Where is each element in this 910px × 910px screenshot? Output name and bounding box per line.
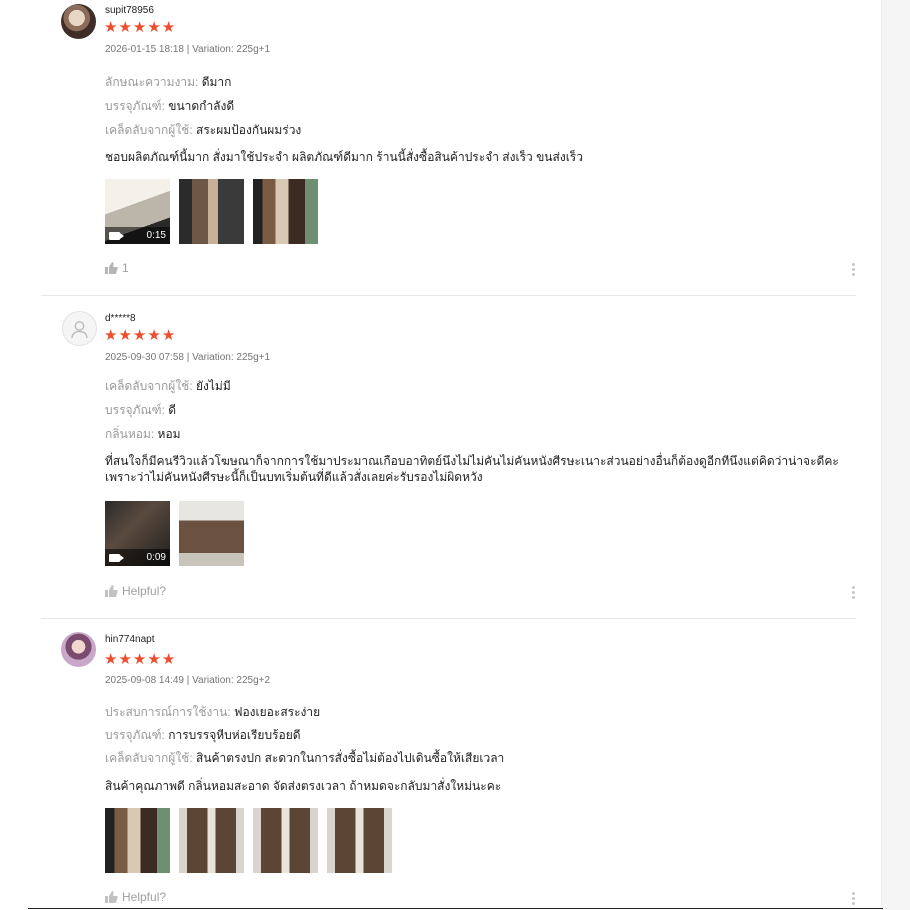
- review-photo-thumbnail[interactable]: [327, 808, 392, 873]
- review-video-thumbnail[interactable]: 0:09: [105, 501, 170, 566]
- rating-stars: ★ ★ ★ ★ ★: [104, 652, 175, 668]
- star-icon: ★: [132, 327, 147, 344]
- star-icon: ★: [104, 327, 118, 344]
- review-date-variation: 2026-01-15 18:18 | Variation: 225g+1: [105, 44, 271, 55]
- review-photo-thumbnail[interactable]: [179, 179, 244, 244]
- review-date-variation: 2025-09-08 14:49 | Variation: 225g+2: [105, 675, 271, 686]
- video-duration: 0:15: [146, 230, 166, 241]
- more-vertical-icon: [851, 263, 855, 266]
- attribute-label: เคล็ดลับจากผู้ใช้:: [105, 379, 193, 393]
- rating-stars: ★ ★ ★ ★ ★: [104, 20, 175, 36]
- more-vertical-icon: [851, 586, 855, 589]
- star-icon: ★: [118, 19, 132, 36]
- review-photo-thumbnail[interactable]: [179, 501, 244, 566]
- star-icon: ★: [147, 19, 161, 36]
- video-camera-icon: [109, 553, 124, 562]
- reviewer-username: d*****8: [105, 313, 136, 324]
- helpful-button[interactable]: Helpful?: [105, 584, 166, 598]
- attribute-value: ขนาดกำลังดี: [168, 99, 235, 113]
- review-attribute: บรรจุภัณฑ์: ดี: [105, 401, 176, 420]
- attribute-label: ลักษณะความงาม:: [105, 75, 199, 89]
- star-icon: ★: [104, 19, 118, 36]
- attribute-label: เคล็ดลับจากผู้ใช้:: [105, 751, 193, 765]
- page-side-margin: [881, 0, 910, 910]
- more-vertical-icon: [851, 892, 855, 895]
- review-attribute: ลักษณะความงาม: ดีมาก: [105, 73, 231, 92]
- star-icon: ★: [104, 651, 118, 668]
- attribute-label: บรรจุภัณฑ์:: [105, 728, 165, 742]
- review-date-variation: 2025-09-30 07:58 | Variation: 225g+1: [105, 352, 271, 363]
- more-options-button[interactable]: [849, 263, 857, 276]
- review-media: 0:15: [105, 179, 318, 244]
- review-media: [105, 808, 392, 873]
- review-attribute: บรรจุภัณฑ์: ขนาดกำลังดี: [105, 97, 234, 116]
- review-divider: [41, 295, 856, 296]
- attribute-value: ดีมาก: [201, 75, 232, 89]
- attribute-value: หอม: [157, 427, 181, 441]
- rating-stars: ★ ★ ★ ★ ★: [104, 328, 175, 344]
- reviewer-username: hin774napt: [105, 634, 155, 645]
- review-attribute: เคล็ดลับจากผู้ใช้: สินค้าตรงปก สะดวกในกา…: [105, 749, 504, 768]
- attribute-value: ดี: [168, 403, 177, 417]
- review-divider: [41, 618, 856, 619]
- review-photo-thumbnail[interactable]: [253, 808, 318, 873]
- review-photo-thumbnail[interactable]: [105, 808, 170, 873]
- avatar[interactable]: [61, 632, 96, 667]
- review-item: d*****8 ★ ★ ★ ★ ★ 2025-09-30 07:58 | Var…: [0, 308, 880, 618]
- user-silhouette-icon: [71, 321, 88, 339]
- attribute-value: สระผมป้องกันผมร่วง: [196, 123, 302, 137]
- review-photo-thumbnail[interactable]: [179, 808, 244, 873]
- review-attribute: ประสบการณ์การใช้งาน: ฟองเยอะสระง่าย: [105, 703, 320, 722]
- star-icon: ★: [147, 327, 161, 344]
- review-item: hin774napt ★ ★ ★ ★ ★ 2025-09-08 14:49 | …: [0, 630, 880, 910]
- bottom-divider: [28, 908, 883, 909]
- review-photo-thumbnail[interactable]: [253, 179, 318, 244]
- video-badge: 0:09: [105, 549, 170, 566]
- like-count: 1: [122, 261, 129, 275]
- review-media: 0:09: [105, 501, 244, 566]
- attribute-label: เคล็ดลับจากผู้ใช้:: [105, 123, 193, 137]
- thumbs-up-icon: [105, 585, 118, 597]
- video-duration: 0:09: [146, 552, 166, 563]
- helpful-button[interactable]: Helpful?: [105, 890, 166, 904]
- thumbs-up-icon: [105, 891, 118, 903]
- more-options-button[interactable]: [849, 586, 857, 599]
- star-icon: ★: [161, 327, 176, 344]
- star-icon: ★: [161, 19, 176, 36]
- helpful-label: Helpful?: [122, 890, 167, 904]
- thumbs-up-icon: [105, 262, 118, 274]
- attribute-label: กลิ่นหอม:: [105, 427, 155, 441]
- star-icon: ★: [132, 19, 147, 36]
- review-video-thumbnail[interactable]: 0:15: [105, 179, 170, 244]
- star-icon: ★: [118, 327, 132, 344]
- avatar[interactable]: [62, 311, 97, 346]
- star-icon: ★: [147, 651, 161, 668]
- video-camera-icon: [109, 231, 124, 240]
- attribute-value: ยังไม่มี: [196, 379, 231, 393]
- attribute-value: การบรรจุหีบห่อเรียบร้อยดี: [168, 728, 301, 742]
- attribute-label: บรรจุภัณฑ์:: [105, 403, 165, 417]
- reviewer-username: supit78956: [105, 5, 154, 16]
- review-attribute: บรรจุภัณฑ์: การบรรจุหีบห่อเรียบร้อยดี: [105, 726, 301, 745]
- helpful-label: Helpful?: [122, 584, 167, 598]
- star-icon: ★: [161, 651, 176, 668]
- review-comment: สินค้าคุณภาพดี กลิ่นหอมสะอาด จัดส่งตรงเว…: [105, 779, 502, 793]
- review-attribute: เคล็ดลับจากผู้ใช้: ยังไม่มี: [105, 377, 231, 396]
- attribute-value: สินค้าตรงปก สะดวกในการสั่งซื้อไม่ต้องไปเ…: [196, 751, 505, 765]
- star-icon: ★: [118, 651, 132, 668]
- helpful-button[interactable]: 1: [105, 261, 129, 275]
- review-item: supit78956 ★ ★ ★ ★ ★ 2026-01-15 18:18 | …: [0, 0, 880, 296]
- attribute-label: ประสบการณ์การใช้งาน:: [105, 705, 231, 719]
- star-icon: ★: [132, 651, 147, 668]
- review-comment: ชอบผลิตภัณฑ์นี้มาก สั่งมาใช้ประจำ ผลิตภั…: [105, 150, 583, 164]
- video-badge: 0:15: [105, 227, 170, 244]
- more-options-button[interactable]: [849, 892, 857, 905]
- avatar[interactable]: [61, 4, 96, 39]
- attribute-value: ฟองเยอะสระง่าย: [233, 705, 321, 719]
- attribute-label: บรรจุภัณฑ์:: [105, 99, 165, 113]
- review-comment: ที่สนใจก็มีคนรีวิวแล้วโฆษณาก็จากการใช้มา…: [105, 454, 839, 484]
- review-attribute: กลิ่นหอม: หอม: [105, 425, 181, 444]
- review-attribute: เคล็ดลับจากผู้ใช้: สระผมป้องกันผมร่วง: [105, 121, 301, 140]
